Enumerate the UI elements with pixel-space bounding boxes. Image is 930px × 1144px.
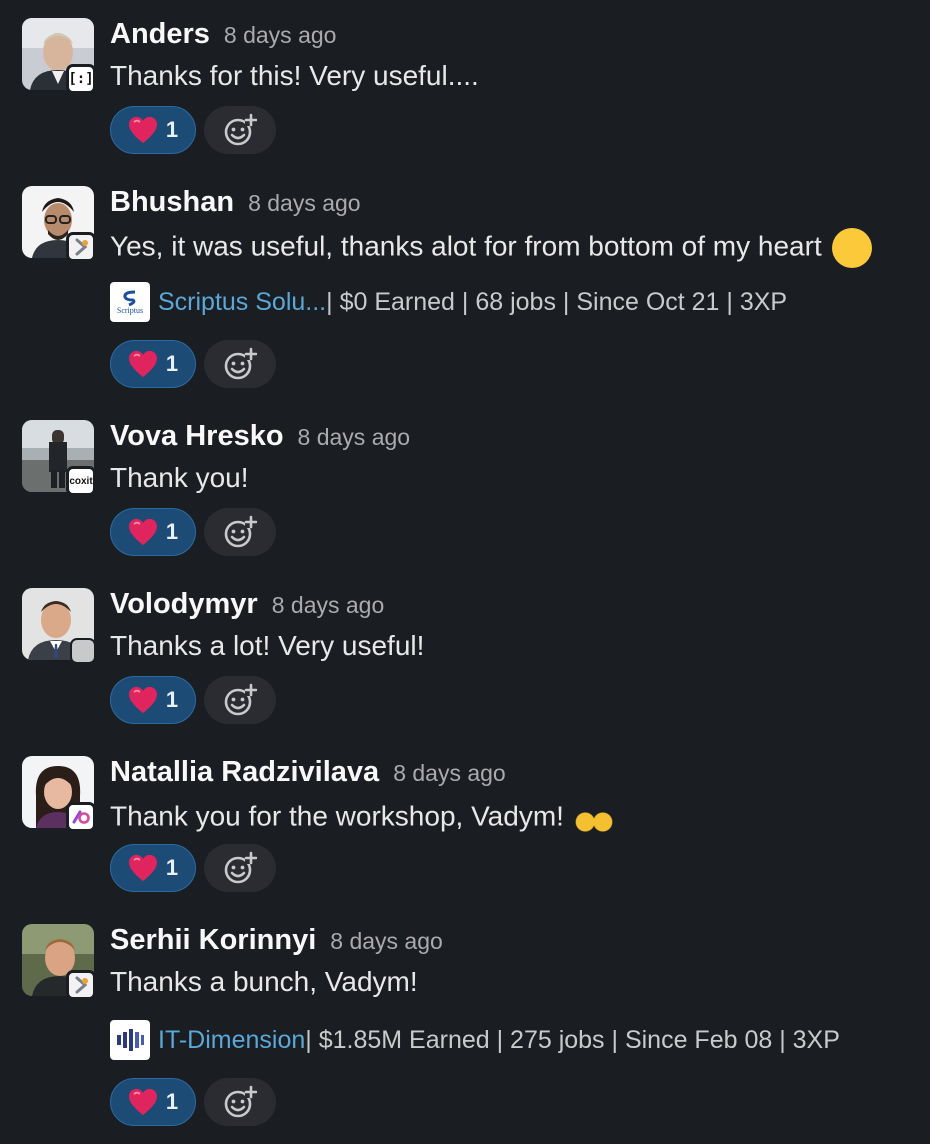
timestamp[interactable]: 8 days ago bbox=[298, 424, 411, 450]
message-text: Thank you for the workshop, Vadym! bbox=[110, 800, 564, 832]
message-item: Serhii Korinnyi 8 days ago Thanks a bunch… bbox=[0, 924, 930, 1134]
add-reaction-icon bbox=[223, 347, 257, 381]
message-item: coxit Vova Hresko 8 days ago Thank you! 1 bbox=[0, 420, 930, 560]
message-item: [:] Anders 8 days ago Thanks for this! Ve… bbox=[0, 18, 930, 158]
timestamp[interactable]: 8 days ago bbox=[393, 760, 506, 786]
sender-name[interactable]: Anders bbox=[110, 18, 210, 50]
reaction-heart-button[interactable]: 1 bbox=[110, 106, 196, 154]
message-text: Thanks a bunch, Vadym! bbox=[110, 966, 418, 997]
workspace-badge-icon bbox=[66, 970, 96, 1000]
company-info: Scriptus Scriptus Solu... | $0 Earned | … bbox=[110, 282, 787, 322]
company-link[interactable]: Scriptus Solu... bbox=[158, 288, 326, 317]
sender-name[interactable]: Vova Hresko bbox=[110, 420, 284, 452]
smile-emoji-icon: 🙂 bbox=[831, 228, 872, 268]
reaction-bar: 1 bbox=[110, 676, 276, 724]
add-reaction-button[interactable] bbox=[204, 1078, 276, 1126]
heart-icon bbox=[128, 854, 158, 882]
reaction-bar: 1 bbox=[110, 508, 276, 556]
add-reaction-button[interactable] bbox=[204, 106, 276, 154]
reaction-heart-button[interactable]: 1 bbox=[110, 340, 196, 388]
reaction-count: 1 bbox=[165, 687, 179, 712]
reaction-heart-button[interactable]: 1 bbox=[110, 844, 196, 892]
heart-icon bbox=[128, 116, 158, 144]
add-reaction-button[interactable] bbox=[204, 844, 276, 892]
heart-icon bbox=[128, 1088, 158, 1116]
message-text: Thanks a lot! Very useful! bbox=[110, 630, 425, 661]
add-reaction-icon bbox=[223, 851, 257, 885]
reaction-bar: 1 bbox=[110, 844, 276, 892]
heart-icon bbox=[128, 686, 158, 714]
message-item: Natallia Radzivilava 8 days ago Thank you… bbox=[0, 756, 930, 896]
heart-icon bbox=[128, 518, 158, 546]
sender-name[interactable]: Serhii Korinnyi bbox=[110, 924, 316, 956]
add-reaction-icon bbox=[223, 1085, 257, 1119]
company-logo-icon bbox=[110, 1020, 150, 1060]
sender-name[interactable]: Bhushan bbox=[110, 186, 234, 218]
workspace-badge-icon: [:] bbox=[66, 64, 96, 94]
message-item: Bhushan 8 days ago Yes, it was useful, th… bbox=[0, 186, 930, 388]
reaction-bar: 1 bbox=[110, 340, 276, 388]
reaction-heart-button[interactable]: 1 bbox=[110, 1078, 196, 1126]
message-text: Yes, it was useful, thanks alot for from… bbox=[110, 230, 822, 262]
reaction-count: 1 bbox=[165, 519, 179, 544]
timestamp[interactable]: 8 days ago bbox=[224, 22, 337, 48]
workspace-badge-icon bbox=[70, 638, 96, 664]
timestamp[interactable]: 8 days ago bbox=[330, 928, 443, 954]
sender-name[interactable]: Natallia Radzivilava bbox=[110, 756, 379, 788]
add-reaction-button[interactable] bbox=[204, 508, 276, 556]
raised-hands-emoji-icon: 🙌 bbox=[571, 798, 616, 838]
add-reaction-icon bbox=[223, 515, 257, 549]
add-reaction-icon bbox=[223, 113, 257, 147]
heart-icon bbox=[128, 350, 158, 378]
message-text: Thanks for this! Very useful.... bbox=[110, 60, 479, 91]
workspace-badge-icon bbox=[66, 232, 96, 262]
reaction-count: 1 bbox=[165, 117, 179, 142]
company-stats: | $0 Earned | 68 jobs | Since Oct 21 | 3… bbox=[326, 287, 788, 316]
add-reaction-button[interactable] bbox=[204, 676, 276, 724]
company-stats: | $1.85M Earned | 275 jobs | Since Feb 0… bbox=[305, 1025, 840, 1054]
sender-name[interactable]: Volodymyr bbox=[110, 588, 258, 620]
timestamp[interactable]: 8 days ago bbox=[248, 190, 361, 216]
company-link[interactable]: IT-Dimension bbox=[158, 1026, 305, 1055]
message-item: Volodymyr 8 days ago Thanks a lot! Very u… bbox=[0, 588, 930, 728]
reaction-count: 1 bbox=[165, 351, 179, 376]
reaction-heart-button[interactable]: 1 bbox=[110, 508, 196, 556]
add-reaction-icon bbox=[223, 683, 257, 717]
reaction-bar: 1 bbox=[110, 106, 276, 154]
timestamp[interactable]: 8 days ago bbox=[272, 592, 385, 618]
workspace-badge-icon: coxit bbox=[66, 466, 96, 496]
reaction-bar: 1 bbox=[110, 1078, 276, 1126]
reaction-count: 1 bbox=[165, 1089, 179, 1114]
workspace-badge-icon bbox=[66, 802, 96, 832]
company-info: IT-Dimension | $1.85M Earned | 275 jobs … bbox=[110, 1020, 840, 1060]
reaction-heart-button[interactable]: 1 bbox=[110, 676, 196, 724]
reaction-count: 1 bbox=[165, 855, 179, 880]
company-logo-icon: Scriptus bbox=[110, 282, 150, 322]
message-text: Thank you! bbox=[110, 462, 249, 493]
add-reaction-button[interactable] bbox=[204, 340, 276, 388]
